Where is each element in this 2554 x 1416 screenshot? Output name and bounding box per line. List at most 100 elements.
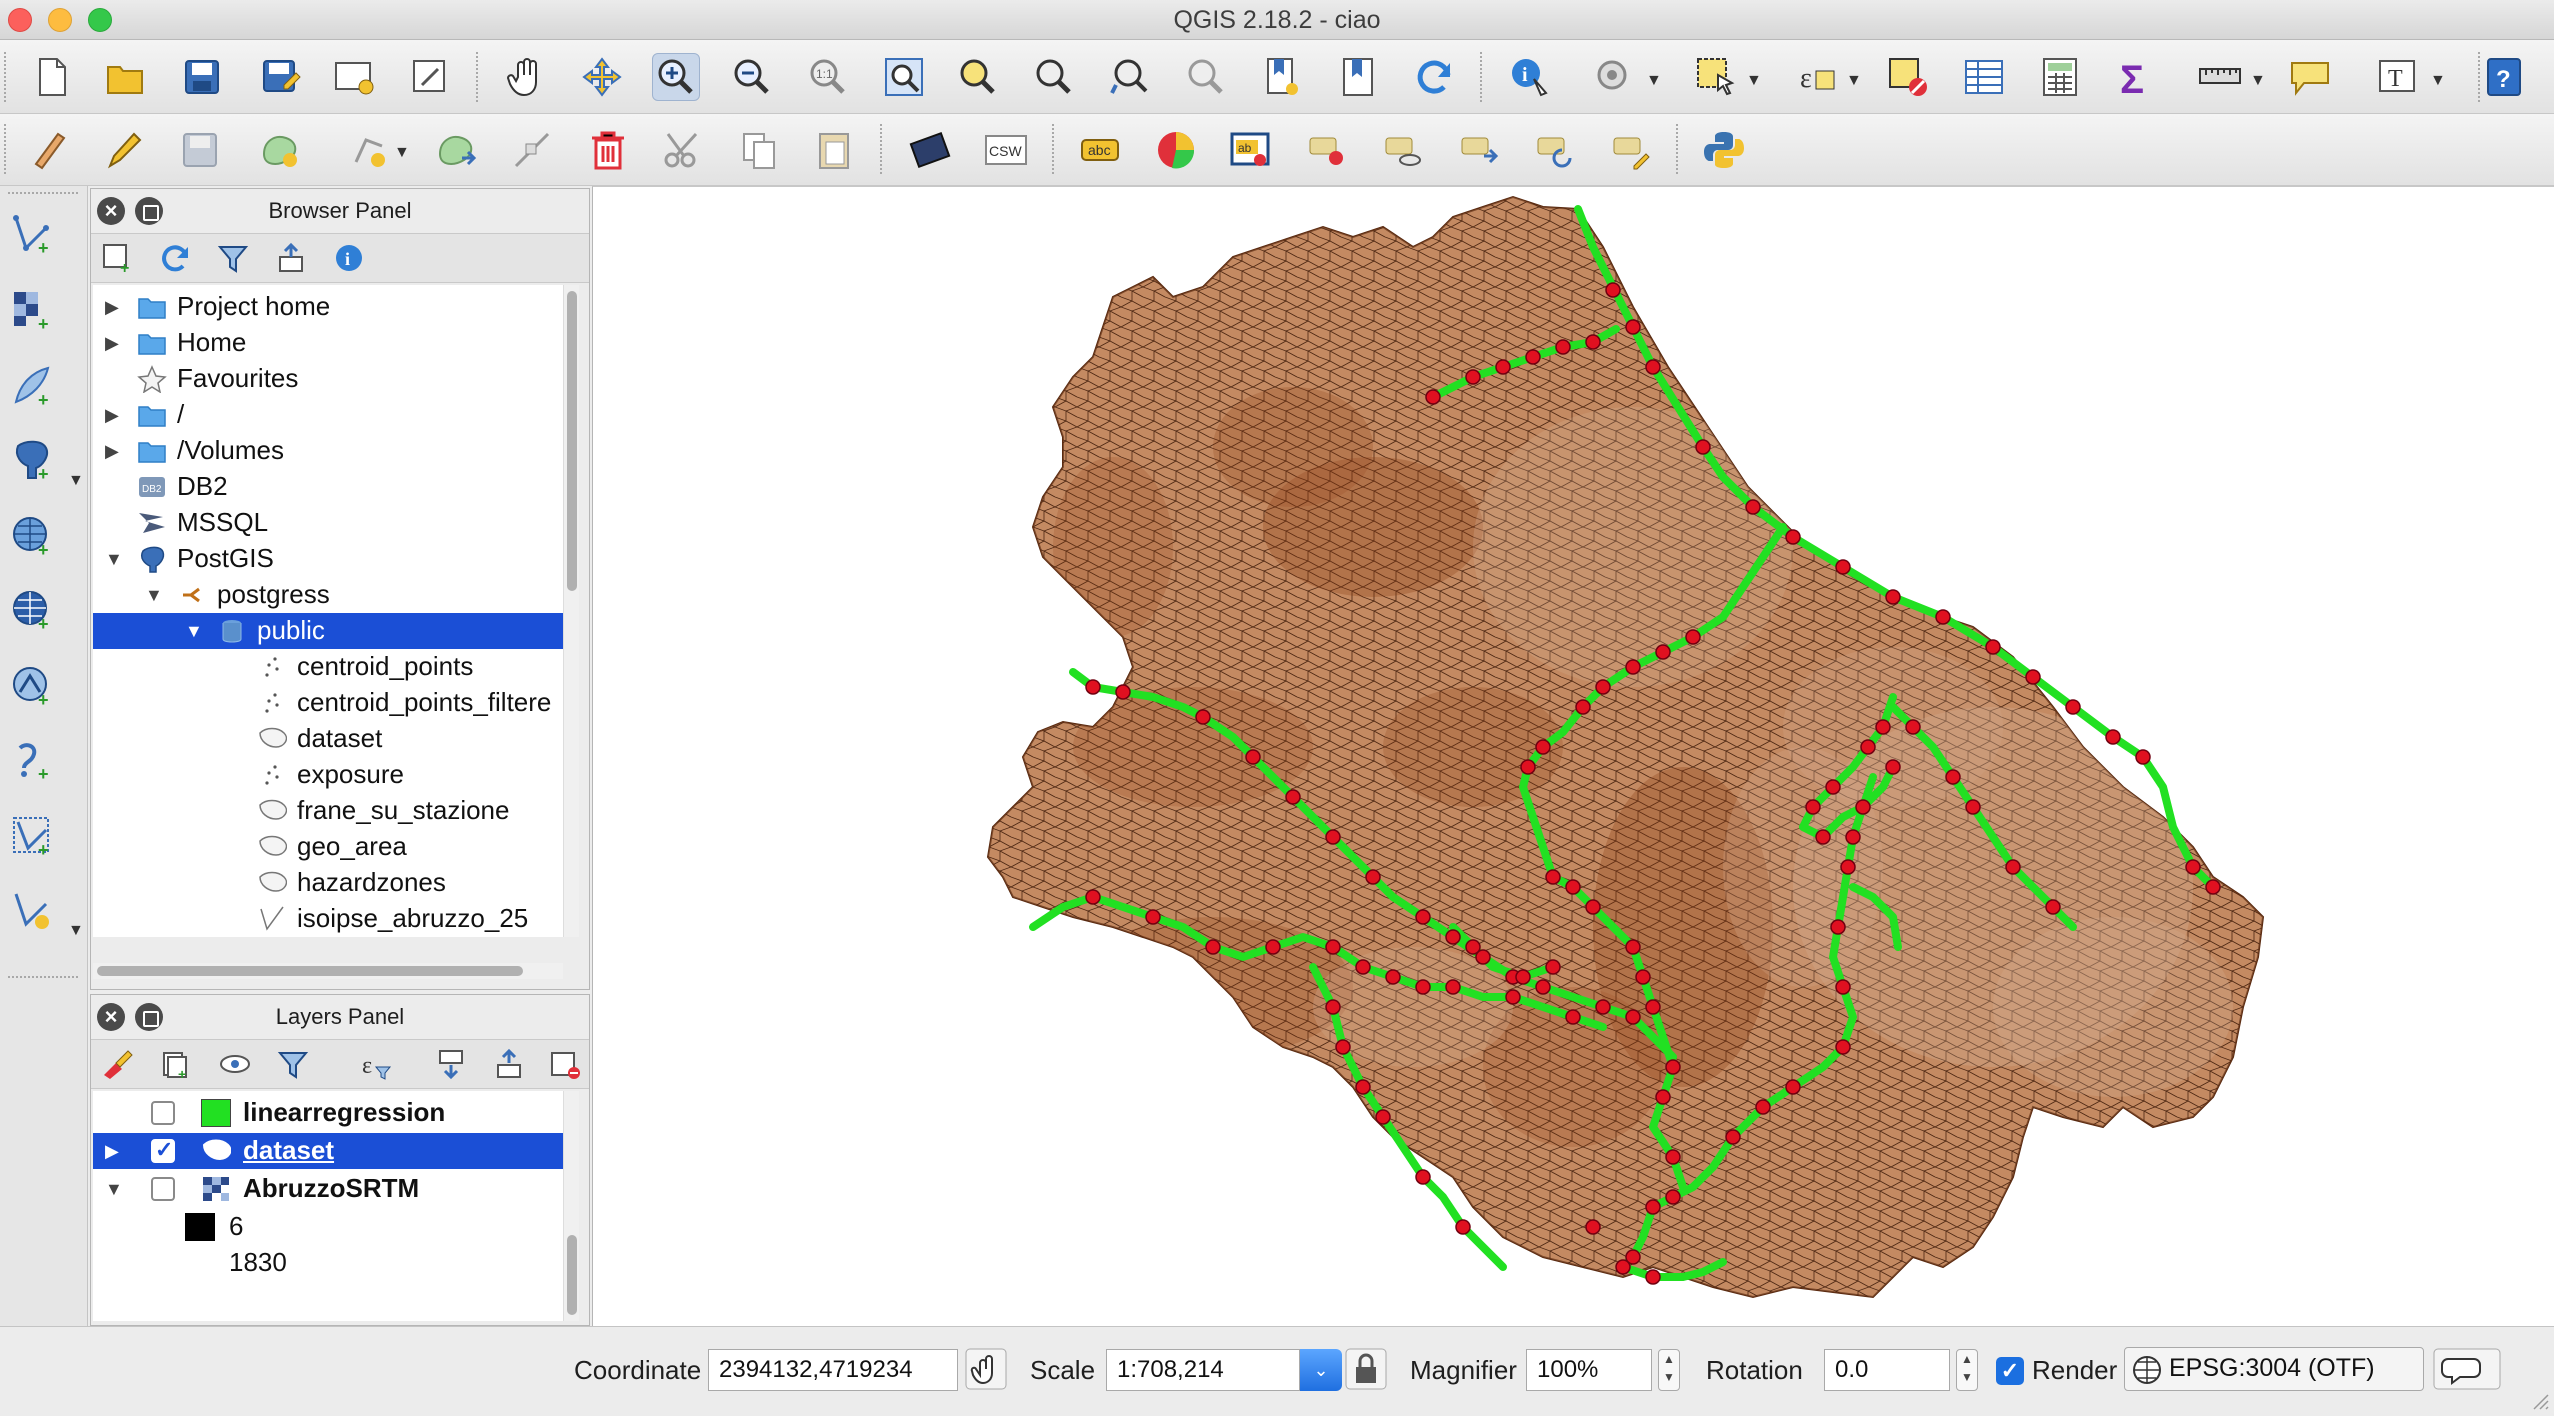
pan-to-selection-icon[interactable] [578, 53, 626, 101]
help-icon[interactable]: ? [2480, 53, 2528, 101]
filter-legend-icon[interactable] [273, 1044, 313, 1084]
pin-labels-icon[interactable]: ab [1226, 126, 1274, 174]
move-feature-icon[interactable] [346, 126, 394, 174]
vertex-tool-icon[interactable] [508, 126, 556, 174]
expand-arrow-icon[interactable]: ▶ [105, 1141, 119, 1162]
toolbar-grip[interactable] [8, 192, 78, 196]
expand-all-icon[interactable] [431, 1044, 471, 1084]
layer-visibility-checkbox[interactable] [151, 1101, 175, 1125]
browser-item[interactable]: centroid_points [93, 649, 563, 685]
save-project-icon[interactable] [178, 53, 226, 101]
text-annotation-icon[interactable]: T [2374, 53, 2422, 101]
browser-item[interactable]: DB2 DB2 [93, 469, 563, 505]
add-group-icon[interactable]: + [155, 1044, 195, 1084]
add-postgis-layer-icon[interactable]: + [8, 436, 56, 484]
statistics-icon[interactable]: Σ [2112, 53, 2160, 101]
move-dropdown-arrow[interactable]: ▼ [394, 144, 410, 162]
save-as-icon[interactable] [256, 53, 304, 101]
refresh-browser-icon[interactable] [155, 238, 195, 278]
layer-labeling-icon[interactable]: abc [1076, 126, 1124, 174]
measure-icon[interactable] [2196, 53, 2244, 101]
annotation-dropdown-arrow[interactable]: ▼ [2430, 72, 2446, 90]
expression-dropdown-arrow[interactable]: ▼ [1846, 72, 1862, 90]
diagram-icon[interactable] [1152, 126, 1200, 174]
browser-horizontal-scrollbar[interactable] [93, 963, 563, 979]
map-canvas[interactable] [592, 186, 2554, 1326]
browser-item[interactable]: MSSQL [93, 505, 563, 541]
attribute-table-icon[interactable] [1960, 53, 2008, 101]
collapse-arrow-icon[interactable]: ▼ [185, 621, 203, 642]
cut-features-icon[interactable] [660, 126, 708, 174]
expand-arrow-icon[interactable]: ▶ [105, 297, 119, 318]
collapse-all-layers-icon[interactable] [489, 1044, 529, 1084]
highlight-pinned-icon[interactable] [1378, 126, 1426, 174]
add-delimited-text-icon[interactable]: + [8, 736, 56, 784]
filter-by-expression-icon[interactable]: ε [355, 1044, 395, 1084]
expand-arrow-icon[interactable]: ▶ [105, 333, 119, 354]
properties-info-icon[interactable]: i [329, 238, 369, 278]
browser-item[interactable]: hazardzones [93, 865, 563, 901]
add-wms-layer-icon[interactable]: + [8, 512, 56, 560]
new-print-composer-icon[interactable] [330, 53, 378, 101]
measure-dropdown-arrow[interactable]: ▼ [2250, 72, 2266, 90]
toolbar-grip[interactable] [1480, 52, 1486, 102]
toolbar-grip[interactable] [4, 124, 10, 174]
add-feature-icon[interactable] [256, 126, 304, 174]
postgis-dropdown-arrow[interactable]: ▼ [68, 472, 84, 490]
collapse-arrow-icon[interactable]: ▼ [105, 549, 123, 570]
csw-icon[interactable]: CSW [982, 126, 1030, 174]
add-vector-layer-icon[interactable]: + [8, 210, 56, 258]
refresh-icon[interactable] [1410, 53, 1458, 101]
layer-visibility-checkbox[interactable] [151, 1177, 175, 1201]
browser-item[interactable]: ▼ postgress [93, 577, 563, 613]
open-project-icon[interactable] [102, 53, 150, 101]
change-label-icon[interactable] [1606, 126, 1654, 174]
select-by-expression-icon[interactable]: ε [1794, 53, 1842, 101]
zoom-out-icon[interactable] [728, 53, 776, 101]
render-checkbox[interactable]: ✓ [1996, 1357, 2024, 1385]
layer-row-linearregression[interactable]: linearregression [93, 1095, 563, 1131]
zoom-native-icon[interactable]: 1:1 [804, 53, 852, 101]
coordinate-field[interactable]: 2394132,4719234 [708, 1349, 958, 1391]
new-layer-dropdown-arrow[interactable]: ▼ [68, 922, 84, 940]
layer-styling-icon[interactable] [97, 1044, 137, 1084]
new-project-icon[interactable] [28, 53, 76, 101]
expand-arrow-icon[interactable]: ▶ [105, 405, 119, 426]
browser-item[interactable]: ▶ /Volumes [93, 433, 563, 469]
browser-item[interactable]: ▼ public [93, 613, 563, 649]
toolbar-grip[interactable] [476, 52, 482, 102]
zoom-to-layer-icon[interactable] [1030, 53, 1078, 101]
python-console-icon[interactable] [1700, 126, 1748, 174]
add-raster-layer-icon[interactable]: + [8, 286, 56, 334]
layer-row-dataset[interactable]: ▶ dataset [93, 1133, 563, 1169]
zoom-in-icon[interactable] [652, 53, 700, 101]
identify-icon[interactable]: i [1506, 53, 1554, 101]
rotation-stepper[interactable]: ▲ ▼ [1956, 1349, 1978, 1391]
toolbar-grip[interactable] [8, 976, 78, 980]
add-wcs-layer-icon[interactable]: + [8, 586, 56, 634]
toolbar-grip[interactable] [4, 52, 10, 102]
layers-vertical-scrollbar[interactable] [563, 1091, 579, 1321]
add-spatialite-layer-icon[interactable]: + [8, 362, 56, 410]
browser-item[interactable]: centroid_points_filtere [93, 685, 563, 721]
new-shapefile-layer-icon[interactable] [8, 886, 56, 934]
copy-features-icon[interactable] [736, 126, 784, 174]
toolbar-grip[interactable] [1052, 124, 1058, 174]
composer-manager-icon[interactable] [406, 53, 454, 101]
deselect-icon[interactable] [1884, 53, 1932, 101]
metasearch-icon[interactable] [906, 126, 954, 174]
filter-browser-icon[interactable] [213, 238, 253, 278]
zoom-last-icon[interactable] [1106, 53, 1154, 101]
toolbar-grip[interactable] [880, 124, 886, 174]
paste-features-icon[interactable] [810, 126, 858, 174]
zoom-to-selection-icon[interactable] [954, 53, 1002, 101]
toggle-extents-mouse-icon[interactable] [964, 1347, 1008, 1391]
collapse-all-icon[interactable] [271, 238, 311, 278]
add-wfs-layer-icon[interactable]: + [8, 662, 56, 710]
zoom-full-icon[interactable] [880, 53, 928, 101]
map-tips-icon[interactable] [2286, 53, 2334, 101]
scrollbar-thumb[interactable] [567, 1235, 577, 1315]
remove-layer-icon[interactable] [545, 1044, 585, 1084]
lock-scale-icon[interactable] [1344, 1347, 1388, 1391]
browser-item[interactable]: dataset [93, 721, 563, 757]
